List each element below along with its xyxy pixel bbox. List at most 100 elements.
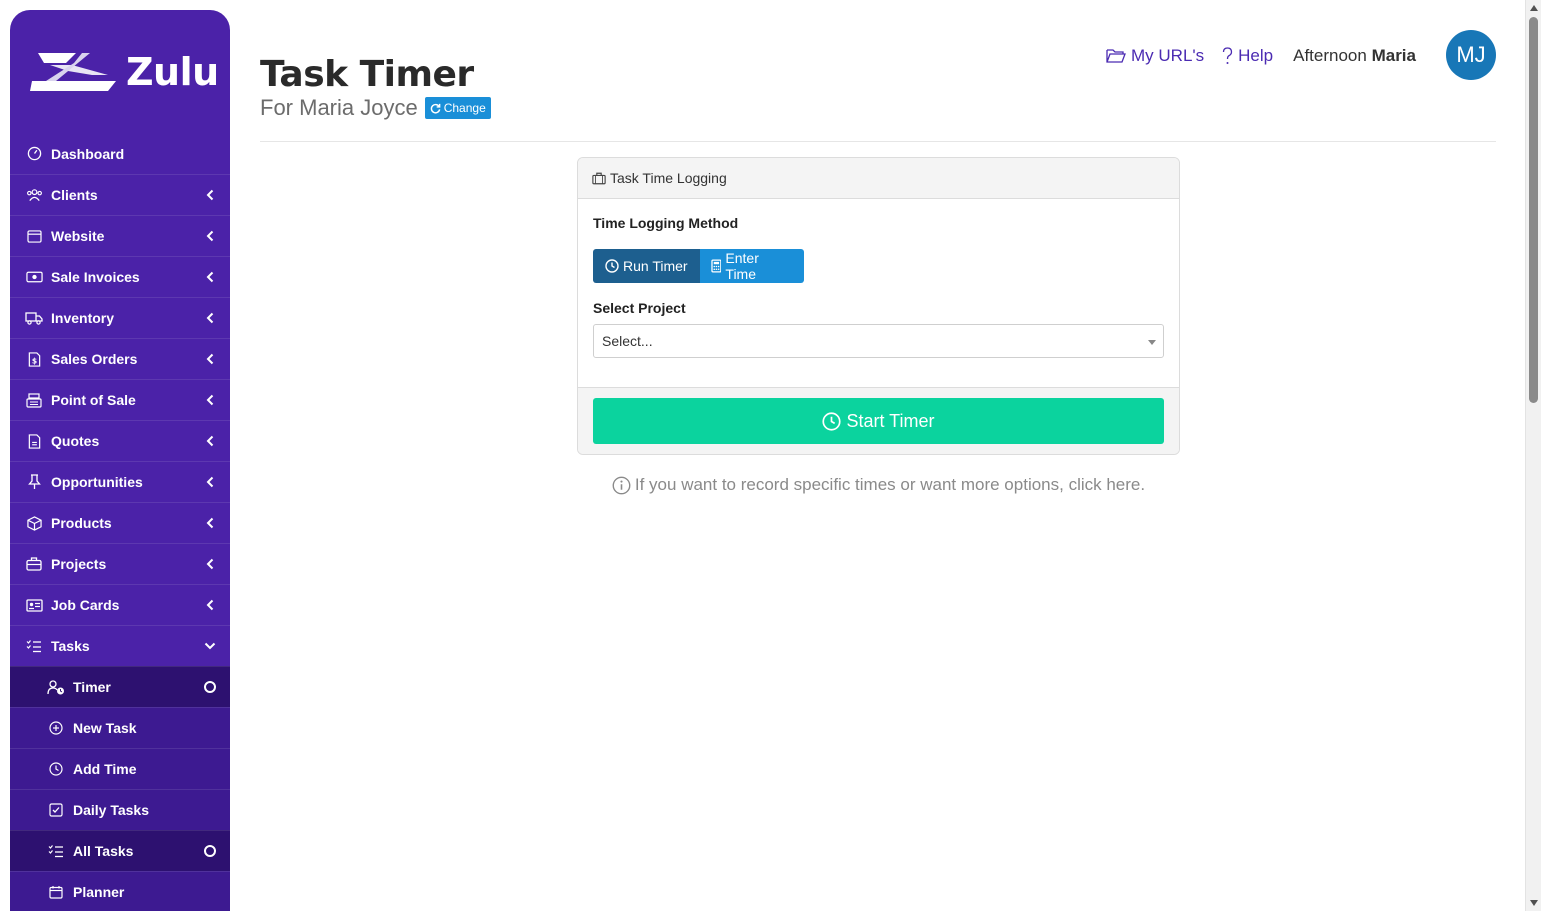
dashboard-icon — [25, 145, 43, 163]
document-icon — [25, 432, 43, 450]
page-scrollbar[interactable] — [1525, 0, 1541, 911]
logging-method-toggle: Run Timer Enter Time — [593, 249, 804, 283]
user-clock-icon — [47, 678, 65, 696]
greeting-prefix: Afternoon — [1293, 46, 1367, 65]
change-label: Change — [443, 101, 486, 115]
start-timer-button[interactable]: Start Timer — [593, 398, 1164, 444]
chevron-left-icon — [204, 312, 216, 324]
sidebar-item-products[interactable]: Products — [10, 502, 230, 543]
sidebar-item-job-cards[interactable]: Job Cards — [10, 584, 230, 625]
sidebar-item-label: Dashboard — [51, 145, 125, 162]
sidebar-item-label: Job Cards — [51, 597, 120, 613]
project-select-value: Select... — [602, 333, 653, 349]
chevron-left-icon — [204, 599, 216, 611]
greeting-name: Maria — [1371, 46, 1416, 65]
change-button[interactable]: Change — [424, 97, 491, 119]
svg-text:$: $ — [31, 356, 36, 365]
chevron-left-icon — [204, 189, 216, 201]
active-indicator-icon — [204, 681, 216, 693]
sidebar-subitem-all-tasks[interactable]: All Tasks — [10, 830, 230, 871]
card-body: Time Logging Method Run Timer Enter Time… — [578, 199, 1179, 387]
card-footer: Start Timer — [578, 387, 1179, 454]
sidebar-subitem-label: All Tasks — [73, 843, 134, 859]
header-divider — [260, 141, 1496, 142]
clock-icon — [822, 411, 842, 431]
sidebar-item-point-of-sale[interactable]: Point of Sale — [10, 379, 230, 420]
sidebar-subitem-label: Timer — [73, 679, 111, 695]
sidebar-item-clients[interactable]: Clients — [10, 174, 230, 215]
user-greeting: Afternoon Maria — [1293, 46, 1416, 66]
sidebar-nav: Dashboard Clients Website Sale Invoices — [10, 133, 230, 911]
sidebar-subitem-label: New Task — [73, 720, 137, 736]
run-timer-label: Run Timer — [623, 258, 688, 274]
register-icon — [25, 391, 43, 409]
sidebar-item-opportunities[interactable]: Opportunities — [10, 461, 230, 502]
clock-icon — [605, 259, 619, 273]
calendar-icon — [47, 883, 65, 901]
chevron-left-icon — [204, 476, 216, 488]
active-indicator-icon — [204, 845, 216, 857]
sidebar-item-label: Opportunities — [51, 474, 143, 490]
sidebar-subitem-label: Daily Tasks — [73, 802, 150, 818]
sidebar-item-label: Projects — [51, 556, 107, 572]
sidebar-subitem-label: Add Time — [73, 761, 137, 777]
clock-icon — [47, 760, 65, 778]
help-link[interactable]: Help — [1222, 46, 1273, 66]
my-urls-link[interactable]: My URL's — [1106, 46, 1204, 66]
sidebar-subitem-daily-tasks[interactable]: Daily Tasks — [10, 789, 230, 830]
sidebar-item-sales-orders[interactable]: $ Sales Orders — [10, 338, 230, 379]
sidebar-item-label: Sale Invoices — [51, 269, 140, 285]
question-icon — [1222, 47, 1233, 64]
sidebar-subitem-new-task[interactable]: New Task — [10, 707, 230, 748]
sidebar-subitem-planner[interactable]: Planner — [10, 871, 230, 911]
scrollbar-thumb[interactable] — [1529, 17, 1538, 403]
chevron-left-icon — [204, 435, 216, 447]
sidebar-item-dashboard[interactable]: Dashboard — [10, 133, 230, 174]
sidebar-item-label: Point of Sale — [51, 392, 136, 408]
calculator-icon — [710, 259, 722, 273]
truck-icon — [25, 309, 43, 327]
sidebar-subitem-timer[interactable]: Timer — [10, 666, 230, 707]
task-list-icon — [47, 842, 65, 860]
sidebar-item-quotes[interactable]: Quotes — [10, 420, 230, 461]
run-timer-button[interactable]: Run Timer — [593, 249, 700, 283]
more-options-hint[interactable]: If you want to record specific times or … — [577, 475, 1180, 495]
sidebar-item-label: Tasks — [51, 638, 90, 654]
scroll-up-icon[interactable] — [1530, 5, 1538, 11]
enter-time-label: Enter Time — [725, 250, 759, 282]
my-urls-label: My URL's — [1131, 46, 1205, 65]
enter-time-button[interactable]: Enter Time — [699, 249, 804, 283]
scroll-down-icon[interactable] — [1530, 900, 1538, 906]
hint-text: If you want to record specific times or … — [634, 475, 1146, 494]
refresh-icon — [430, 103, 441, 113]
briefcase-icon — [25, 555, 43, 573]
sidebar-item-sale-invoices[interactable]: Sale Invoices — [10, 256, 230, 297]
start-timer-label: Start Timer — [846, 410, 935, 431]
sidebar-item-website[interactable]: Website — [10, 215, 230, 256]
document-dollar-icon: $ — [25, 350, 43, 368]
brand-name: Zulu — [126, 49, 219, 94]
sidebar-item-inventory[interactable]: Inventory — [10, 297, 230, 338]
zulu-logo-icon — [30, 52, 116, 91]
box-icon — [25, 514, 43, 532]
sidebar-item-label: Quotes — [51, 433, 100, 449]
info-icon — [612, 476, 631, 494]
page-subtitle: For Maria Joyce Change — [260, 95, 491, 121]
chevron-down-icon — [204, 640, 216, 652]
browser-icon — [25, 227, 43, 245]
avatar[interactable]: MJ — [1446, 30, 1496, 80]
sidebar-item-tasks[interactable]: Tasks — [10, 625, 230, 666]
users-icon — [25, 186, 43, 204]
chevron-left-icon — [204, 353, 216, 365]
select-project-label: Select Project — [593, 300, 686, 316]
time-logging-method-label: Time Logging Method — [593, 215, 739, 231]
sidebar-subitem-add-time[interactable]: Add Time — [10, 748, 230, 789]
subtitle-text: For Maria Joyce — [260, 95, 418, 120]
chevron-left-icon — [204, 517, 216, 529]
sidebar-item-projects[interactable]: Projects — [10, 543, 230, 584]
sidebar-item-label: Clients — [51, 187, 98, 203]
sidebar-item-label: Products — [51, 515, 112, 531]
project-select[interactable]: Select... — [593, 324, 1164, 358]
brand-logo[interactable]: Zulu — [10, 10, 230, 133]
id-card-icon — [25, 596, 43, 614]
